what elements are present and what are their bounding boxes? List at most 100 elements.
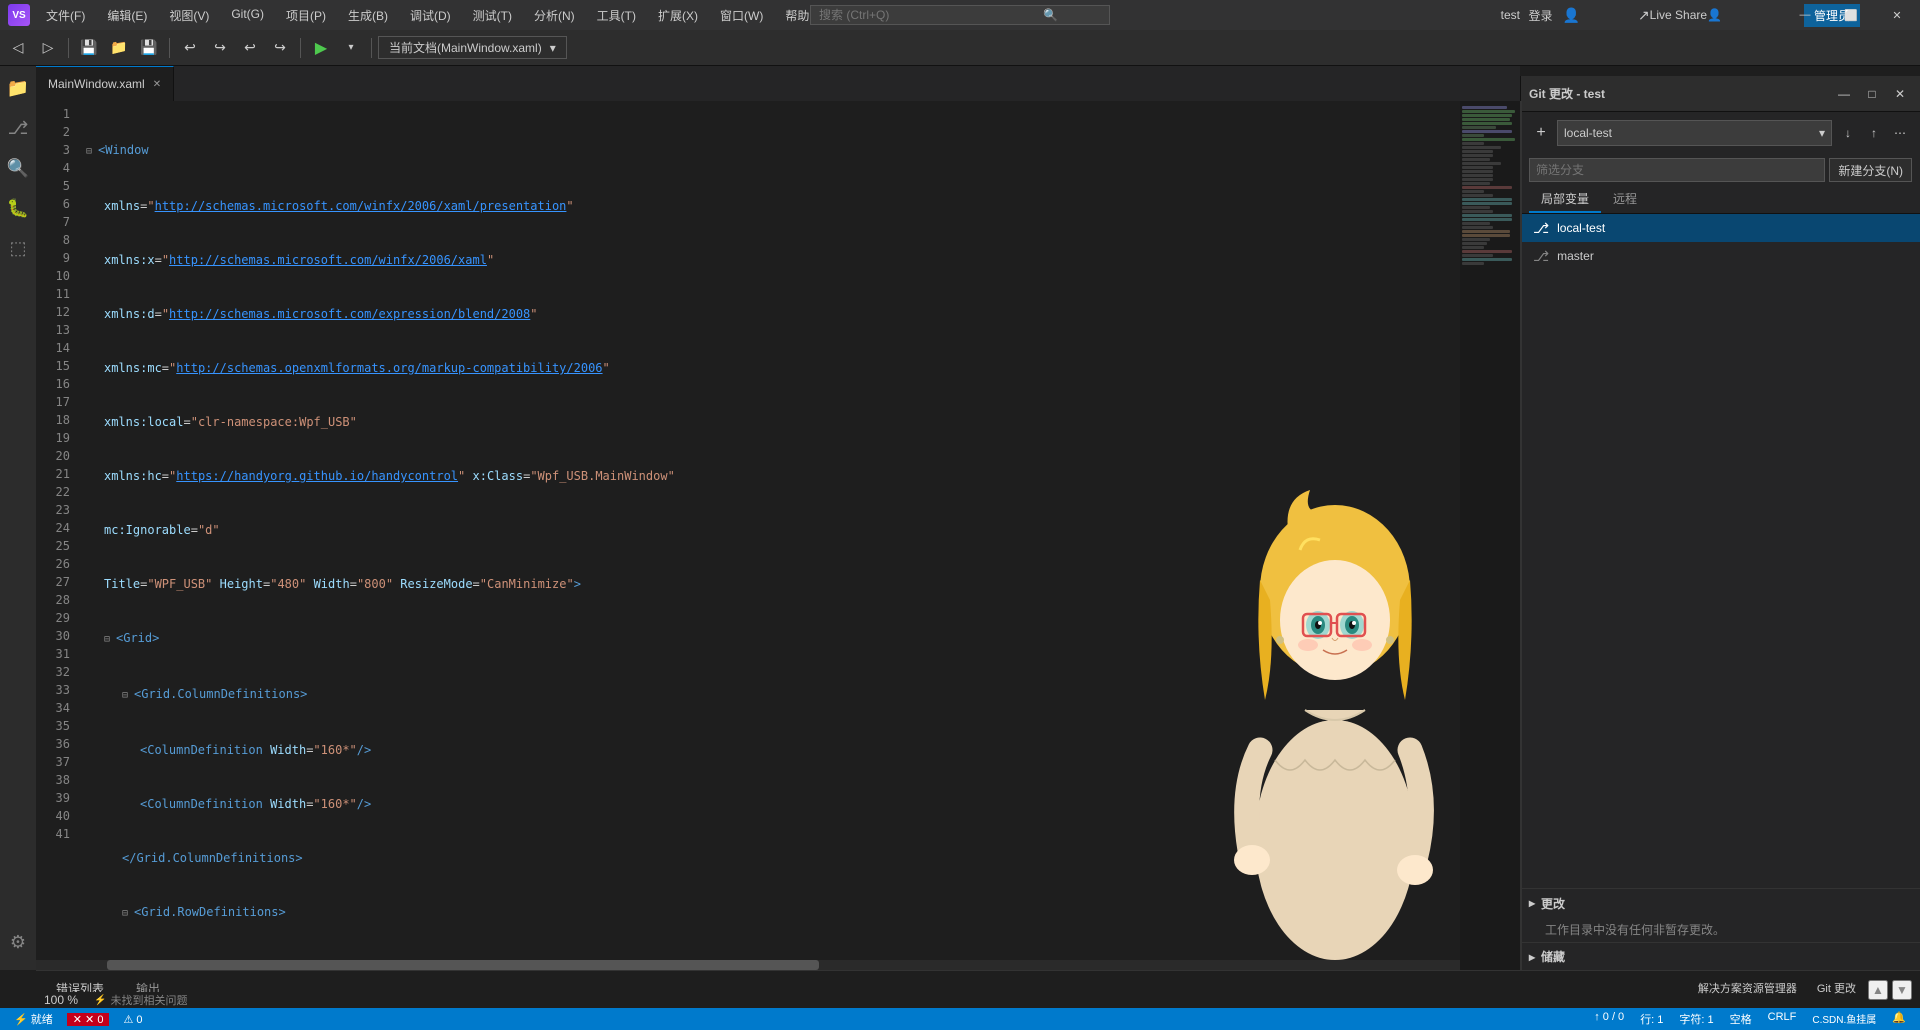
resize-handle[interactable] (1520, 101, 1522, 970)
fold-icon-15[interactable]: ⊟ (122, 905, 134, 923)
status-crlf[interactable]: CRLF (1762, 1011, 1803, 1027)
editor-area[interactable]: 12345 678910 1112131415 1617181920 21222… (36, 101, 1520, 970)
solution-explorer-btn[interactable]: 解决方案资源管理器 (1690, 980, 1805, 1000)
status-warnings-label: ⚠ 0 (123, 1014, 142, 1026)
changes-header[interactable]: ▸ 更改 (1521, 889, 1920, 917)
toolbar-save-btn[interactable]: 💾 (135, 34, 163, 62)
branch-more-btn[interactable]: ⋯ (1888, 121, 1912, 145)
toolbar-save-all-btn[interactable]: 💾 (75, 34, 103, 62)
menu-edit[interactable]: 编辑(E) (97, 3, 157, 28)
menu-project[interactable]: 项目(P) (276, 3, 336, 28)
toolbar-redo-btn[interactable]: ↪ (206, 34, 234, 62)
activity-explorer-icon[interactable]: 📁 (0, 70, 36, 106)
changes-chevron-icon: ▸ (1529, 896, 1535, 910)
branch-item-master[interactable]: ⎇ master (1521, 242, 1920, 270)
zoom-display[interactable]: 100 % (44, 993, 78, 1007)
toolbar-open-btn[interactable]: 📁 (105, 34, 133, 62)
git-header-minimize-btn[interactable]: — (1832, 82, 1856, 106)
fold-icon-1[interactable]: ⊟ (86, 143, 98, 161)
branch-dropdown-arrow-icon: ▾ (1819, 126, 1825, 140)
status-errors[interactable]: ✕ ✕ 0 (67, 1013, 110, 1026)
menu-analyze[interactable]: 分析(N) (524, 3, 585, 28)
tab-close-icon[interactable]: ✕ (153, 79, 161, 90)
add-branch-button[interactable]: + (1529, 121, 1553, 145)
line-numbers: 12345 678910 1112131415 1617181920 21222… (36, 101, 78, 970)
activity-debug-icon[interactable]: 🐛 (0, 190, 36, 226)
minimize-button[interactable]: — (1782, 0, 1828, 30)
fetch-down-btn[interactable]: ↓ (1836, 121, 1860, 145)
code-line-1: ⊟<Window (78, 141, 1520, 161)
stored-header[interactable]: ▸ 储藏 (1521, 942, 1920, 970)
live-share-label: Live Share (1650, 8, 1707, 22)
activity-git-icon[interactable]: ⎇ (0, 110, 36, 146)
changes-title: 更改 (1541, 895, 1565, 912)
branch-icon-master: ⎇ (1533, 248, 1549, 265)
toolbar-undo-btn[interactable]: ↩ (176, 34, 204, 62)
status-encoding[interactable]: C.SDN.鱼挂属 (1806, 1011, 1882, 1027)
status-line[interactable]: 行: 1 (1634, 1011, 1669, 1027)
branch-actions: ↓ ↑ ⋯ (1836, 121, 1912, 145)
status-git-sync[interactable]: ↑ 0 / 0 (1588, 1011, 1630, 1027)
git-header-close-btn[interactable]: ✕ (1888, 82, 1912, 106)
menu-tools[interactable]: 工具(T) (587, 3, 646, 28)
status-notifications[interactable]: 🔔 (1886, 1011, 1912, 1027)
current-doc-dropdown[interactable]: 当前文档(MainWindow.xaml) ▾ (378, 36, 567, 59)
live-share-button[interactable]: ↗ Live Share 👤 (1630, 3, 1730, 28)
code-line-13: <ColumnDefinition Width="160*"/> (78, 795, 1520, 813)
status-ready[interactable]: ⚡ 就绪 (8, 1011, 59, 1027)
activity-search-icon[interactable]: 🔍 (0, 150, 36, 186)
branch-item-local-test[interactable]: ⎇ local-test (1521, 214, 1920, 242)
activity-extensions-icon[interactable]: ⬚ (0, 230, 36, 266)
search-icon: 🔍 (1043, 8, 1058, 22)
git-panel: Git 更改 - test — □ ✕ + local-test ▾ ↓ ↑ ⋯… (1520, 76, 1920, 970)
toolbar-redo2-btn[interactable]: ↪ (266, 34, 294, 62)
status-line-label: 行: 1 (1640, 1014, 1663, 1026)
status-errors-icon: ✕ (73, 1014, 82, 1026)
menu-file[interactable]: 文件(F) (36, 3, 95, 28)
close-button[interactable]: ✕ (1874, 0, 1920, 30)
menu-git[interactable]: Git(G) (221, 3, 274, 28)
menu-test[interactable]: 测试(T) (463, 3, 522, 28)
panel-up-btn[interactable]: ▲ (1868, 980, 1888, 1000)
menu-window[interactable]: 窗口(W) (710, 3, 773, 28)
search-input[interactable] (819, 8, 1039, 22)
signin-label[interactable]: 登录 (1523, 3, 1559, 28)
tab-remote[interactable]: 远程 (1601, 186, 1649, 213)
status-indicator: ⚡ 未找到相关问题 (94, 992, 187, 1008)
toolbar-run-dropdown[interactable]: ▾ (337, 34, 365, 62)
status-col[interactable]: 字符: 1 (1673, 1011, 1719, 1027)
toolbar-sep-2 (169, 38, 170, 58)
toolbar-back-btn[interactable]: ◁ (4, 34, 32, 62)
status-space[interactable]: 空格 (1724, 1011, 1758, 1027)
panel-down-btn[interactable]: ▼ (1892, 980, 1912, 1000)
menu-view[interactable]: 视图(V) (159, 3, 219, 28)
fold-icon-11[interactable]: ⊟ (122, 687, 134, 705)
code-editor[interactable]: ⊟<Window xmlns="http://schemas.microsoft… (78, 101, 1520, 970)
editor-horizontal-scrollbar[interactable] (36, 960, 1460, 970)
code-line-12: <ColumnDefinition Width="160*"/> (78, 741, 1520, 759)
status-warnings[interactable]: ⚠ 0 (117, 1013, 148, 1026)
menu-build[interactable]: 生成(B) (338, 3, 398, 28)
branch-selector: + local-test ▾ ↓ ↑ ⋯ (1521, 112, 1920, 154)
menu-extensions[interactable]: 扩展(X) (648, 3, 708, 28)
tab-local[interactable]: 局部变量 (1529, 186, 1601, 213)
toolbar-forward-btn[interactable]: ▷ (34, 34, 62, 62)
scrollbar-thumb[interactable] (107, 960, 819, 970)
toolbar-run-btn[interactable]: ▶ (307, 34, 335, 62)
filter-branch-input[interactable] (1529, 158, 1825, 182)
git-header-maximize-btn[interactable]: □ (1860, 82, 1884, 106)
tab-mainwindow-xaml[interactable]: MainWindow.xaml ✕ (36, 66, 174, 101)
code-line-15: ⊟<Grid.RowDefinitions> (78, 903, 1520, 923)
code-line-9: Title="WPF_USB" Height="480" Width="800"… (78, 575, 1520, 593)
fold-icon-10[interactable]: ⊟ (104, 631, 116, 649)
menu-debug[interactable]: 调试(D) (400, 3, 461, 28)
branch-dropdown[interactable]: local-test ▾ (1557, 120, 1832, 146)
fetch-up-btn[interactable]: ↑ (1862, 121, 1886, 145)
activity-settings-icon[interactable]: ⚙ (0, 924, 36, 960)
branch-list: ⎇ local-test ⎇ master (1521, 214, 1920, 888)
new-branch-button[interactable]: 新建分支(N) (1829, 158, 1912, 182)
restore-button[interactable]: ⬜ (1828, 0, 1874, 30)
stored-title: 储藏 (1541, 948, 1565, 965)
toolbar-undo2-btn[interactable]: ↩ (236, 34, 264, 62)
git-changes-btn[interactable]: Git 更改 (1809, 980, 1864, 1000)
